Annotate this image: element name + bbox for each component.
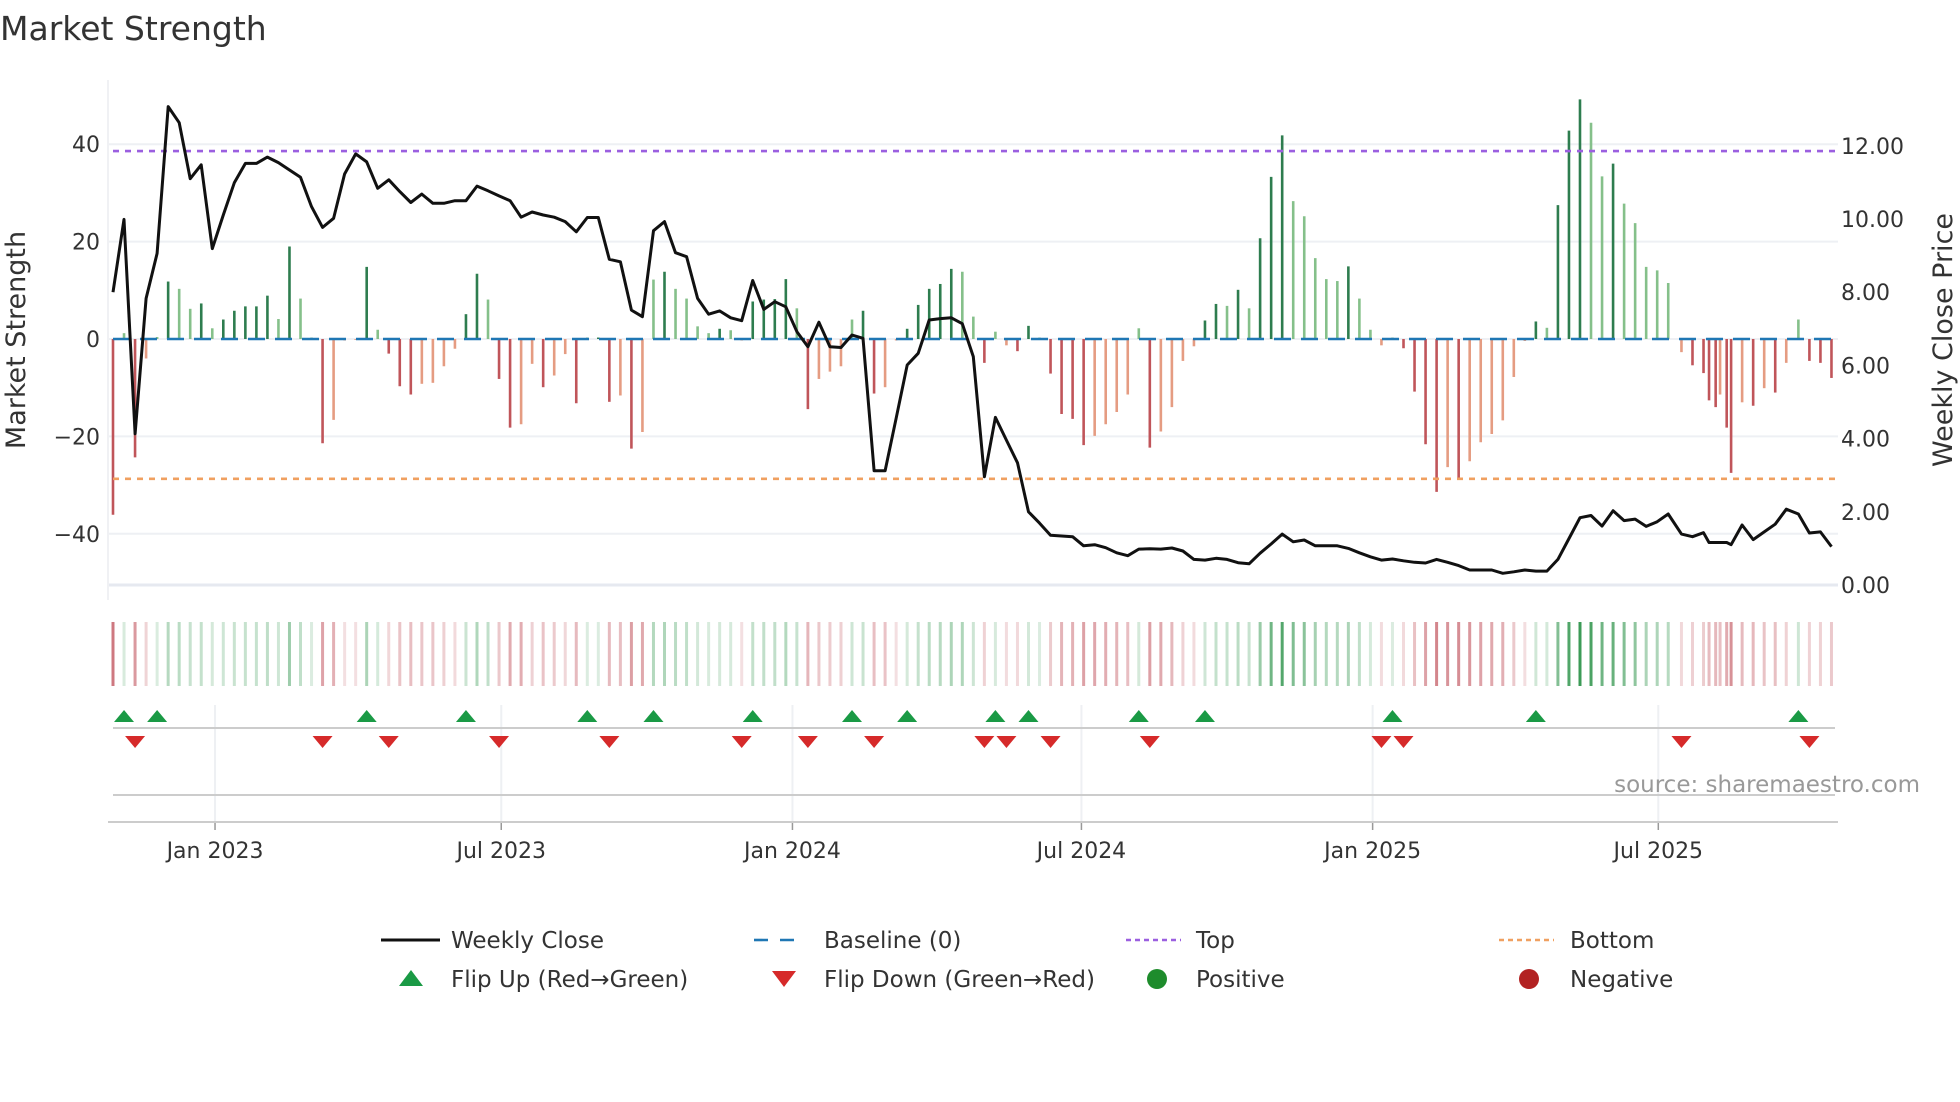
legend-label: Negative xyxy=(1570,967,1673,993)
flip-down-marker xyxy=(1139,736,1160,748)
flip-up-marker xyxy=(1382,710,1403,722)
legend-flip-down-icon xyxy=(772,971,796,987)
flip-up-marker xyxy=(147,710,168,722)
flip-up-marker xyxy=(1128,710,1149,722)
flip-up-marker xyxy=(1018,710,1039,722)
y-tick-label: 0 xyxy=(86,328,100,353)
x-tick-label: Jul 2023 xyxy=(454,839,546,864)
axes: 40 20 0 −20 −40 12.00 10.00 8.00 6.00 4.00 2.00 0.0… xyxy=(54,133,1904,864)
legend-label: Baseline (0) xyxy=(824,928,961,954)
legend-label: Weekly Close xyxy=(451,928,604,954)
x-tick-label: Jul 2024 xyxy=(1035,839,1127,864)
flip-up-marker xyxy=(985,710,1006,722)
legend-label: Flip Down (Green→Red) xyxy=(824,967,1095,993)
y-tick-label: 20 xyxy=(72,231,100,256)
legend-label: Positive xyxy=(1196,967,1285,993)
x-tick-label: Jan 2024 xyxy=(742,839,841,864)
flip-down-marker xyxy=(996,736,1017,748)
flip-up-marker xyxy=(577,710,598,722)
legend-label: Top xyxy=(1195,928,1235,954)
source-note: source: sharemaestro.com xyxy=(1614,772,1920,798)
strength-bars xyxy=(111,99,1833,515)
legend-negative-icon xyxy=(1519,969,1539,989)
y-tick-label: 40 xyxy=(72,133,100,158)
legend-positive-icon xyxy=(1147,969,1167,989)
y2-tick-label: 10.00 xyxy=(1841,208,1904,233)
chart-title: Market Strength xyxy=(0,9,267,48)
legend-label: Flip Up (Red→Green) xyxy=(451,967,688,993)
flip-up-marker xyxy=(114,710,135,722)
y-axis-label: Market Strength xyxy=(1,231,32,449)
legend: Weekly Close Baseline (0) Top Bottom Flip Up… xyxy=(381,928,1673,993)
flip-up-marker xyxy=(643,710,664,722)
flip-up-marker xyxy=(1525,710,1546,722)
y-tick-label: −40 xyxy=(54,523,100,548)
flip-down-marker xyxy=(125,736,146,748)
legend-flip-up-icon xyxy=(399,970,423,986)
flip-down-marker xyxy=(1671,736,1692,748)
flip-down-marker xyxy=(1371,736,1392,748)
flip-up-marker xyxy=(897,710,918,722)
y2-tick-label: 8.00 xyxy=(1841,281,1890,306)
y2-tick-label: 0.00 xyxy=(1841,574,1890,599)
y-tick-label: −20 xyxy=(54,425,100,450)
flip-down-marker xyxy=(1799,736,1820,748)
flip-up-marker xyxy=(742,710,763,722)
x-tick-label: Jan 2025 xyxy=(1322,839,1421,864)
flip-down-marker xyxy=(1393,736,1414,748)
legend-label: Bottom xyxy=(1570,928,1654,954)
flip-up-marker xyxy=(455,710,476,722)
gridlines xyxy=(107,80,1838,822)
flip-down-marker xyxy=(378,736,399,748)
flip-down-marker xyxy=(731,736,752,748)
flip-up-marker xyxy=(1194,710,1215,722)
flip-up-marker xyxy=(842,710,863,722)
flip-down-marker xyxy=(974,736,995,748)
y2-tick-label: 12.00 xyxy=(1841,135,1904,160)
flip-down-marker xyxy=(864,736,885,748)
market-strength-chart: Market Strength 40 20 0 −20 −40 12.00 10.00 8.0… xyxy=(0,9,1959,993)
flip-up-marker xyxy=(1788,710,1809,722)
y2-tick-label: 4.00 xyxy=(1841,428,1890,453)
flip-down-marker xyxy=(1040,736,1061,748)
flip-down-marker xyxy=(312,736,333,748)
strength-color-strip xyxy=(111,622,1833,686)
y2-tick-label: 2.00 xyxy=(1841,501,1890,526)
y2-axis-label: Weekly Close Price xyxy=(1928,213,1959,467)
x-tick-label: Jan 2023 xyxy=(165,839,264,864)
flip-up-marker xyxy=(356,710,377,722)
x-tick-label: Jul 2025 xyxy=(1612,839,1704,864)
flip-down-marker xyxy=(797,736,818,748)
y2-tick-label: 6.00 xyxy=(1841,354,1890,379)
flip-down-marker xyxy=(599,736,620,748)
flip-down-marker xyxy=(489,736,510,748)
